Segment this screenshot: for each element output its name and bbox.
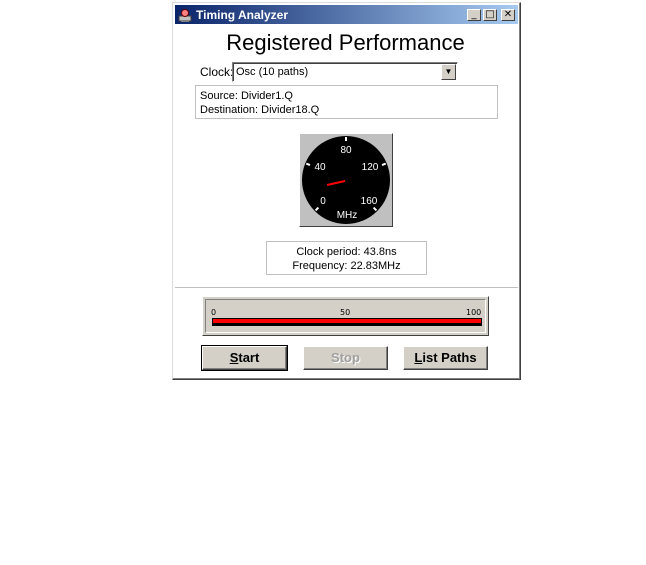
gauge-dial: 80 40 120 0 160 MHz [302,136,390,224]
timing-result-box: Clock period: 43.8ns Frequency: 22.83MHz [266,241,427,275]
gauge-label-80: 80 [340,145,352,156]
progress-label-0: 0 [211,308,217,317]
progress-fill [213,319,481,323]
divider [175,287,518,289]
start-button-label: Start [229,350,260,365]
close-icon: ✕ [503,8,513,20]
gauge-label-120: 120 [362,162,379,173]
gauge-label-40: 40 [314,162,326,173]
maximize-button[interactable]: □ [483,8,497,21]
list-paths-button-label: List Paths [414,350,477,365]
maximize-icon: □ [485,8,495,20]
progress-panel: 0 50 100 [202,296,489,336]
clock-label: Clock: [200,65,234,79]
page-title: Registered Performance [226,30,465,55]
window-title: Timing Analyzer [196,7,289,22]
clock-select[interactable]: Osc (10 paths) ▼ [232,62,458,82]
stop-button-label: Stop [331,350,360,365]
gauge-label-160: 160 [361,196,378,207]
chevron-down-icon[interactable]: ▼ [441,64,456,80]
destination-text: Destination: Divider18.Q [200,104,320,116]
progress-bar [212,318,482,326]
clock-period-text: Clock period: 43.8ns [296,246,397,258]
gauge-label-0: 0 [320,196,326,207]
frequency-text: Frequency: 22.83MHz [292,260,401,272]
gauge-unit: MHz [337,210,358,221]
gauge-tick [381,162,387,166]
minimize-icon: _ [471,8,477,20]
path-info-box: Source: Divider1.Q Destination: Divider1… [195,85,498,119]
progress-label-50: 50 [340,308,351,317]
progress-inner: 0 50 100 [205,299,486,333]
source-text: Source: Divider1.Q [200,90,293,102]
timing-analyzer-window: Timing Analyzer _ □ ✕ Registered Perform… [172,2,521,380]
app-icon [177,7,193,23]
progress-label-100: 100 [466,308,482,317]
stop-button[interactable]: Stop [303,346,388,370]
minimize-button[interactable]: _ [467,8,481,21]
close-button[interactable]: ✕ [501,8,515,21]
title-bar[interactable]: Timing Analyzer _ □ ✕ [175,5,518,24]
start-button[interactable]: Start [201,345,288,371]
clock-selected-value: Osc (10 paths) [236,66,309,78]
gauge-tick [305,162,311,166]
frequency-gauge: 80 40 120 0 160 MHz [299,133,393,227]
list-paths-button[interactable]: List Paths [403,346,488,370]
